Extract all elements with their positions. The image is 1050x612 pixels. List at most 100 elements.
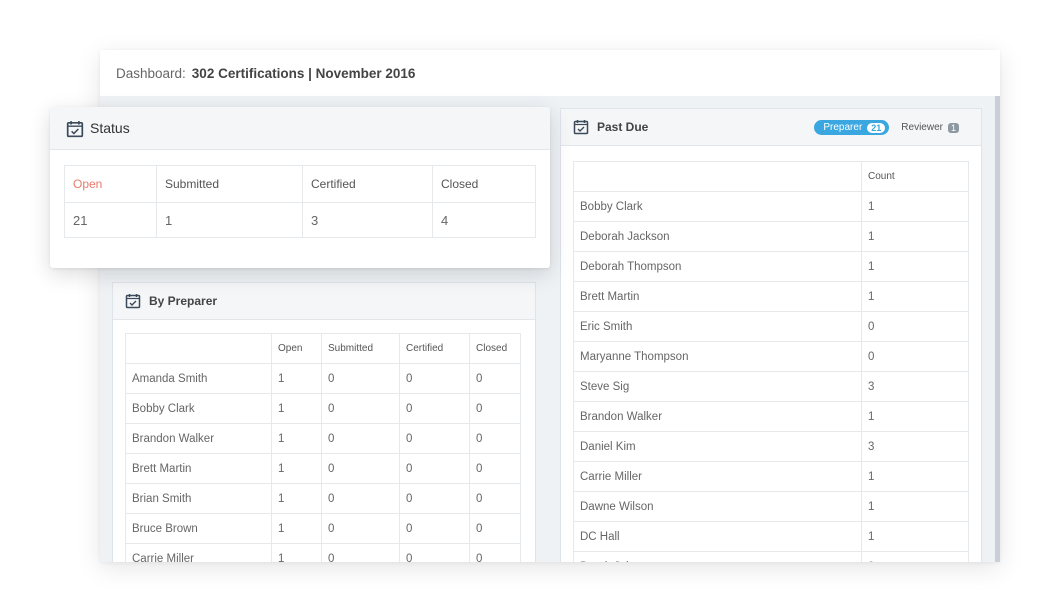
status-value-closed[interactable]: 4 xyxy=(432,202,536,238)
row-certified: 0 xyxy=(399,453,470,484)
row-count: 1 xyxy=(861,461,969,492)
table-row[interactable]: Deborah Thompson 1 xyxy=(573,251,969,282)
status-header: Status xyxy=(50,107,550,150)
status-value-submitted[interactable]: 1 xyxy=(156,202,303,238)
tab-preparer[interactable]: Preparer 21 xyxy=(814,120,890,135)
dashboard-label: Dashboard: xyxy=(116,65,186,81)
table-row[interactable]: Carrie Miller 1 xyxy=(573,461,969,492)
table-row[interactable]: Dawne Wilson 1 xyxy=(573,491,969,522)
by-preparer-table: Open Submitted Certified Closed Amanda S… xyxy=(125,333,521,562)
row-name: Steve Sig xyxy=(573,371,862,402)
row-count: 0 xyxy=(861,311,969,342)
table-row[interactable]: Steve Sig 3 xyxy=(573,371,969,402)
row-count: 1 xyxy=(861,401,969,432)
row-submitted: 0 xyxy=(321,543,400,562)
table-row[interactable]: Bruce Brown 1 0 0 0 xyxy=(125,513,521,544)
table-row[interactable]: Deborah Jackson 1 xyxy=(573,221,969,252)
table-row[interactable]: Bobby Clark 1 xyxy=(573,191,969,222)
row-count: 1 xyxy=(861,521,969,552)
table-row[interactable]: Derek Johnson0 xyxy=(573,551,969,562)
row-closed: 0 xyxy=(469,513,521,544)
row-name: Brett Martin xyxy=(125,453,272,484)
row-name: Dawne Wilson xyxy=(573,491,862,522)
past-due-rows: Bobby Clark 1 Deborah Jackson 1 Deborah Thom… xyxy=(573,191,969,562)
status-values-row: 21 1 3 4 xyxy=(64,202,536,238)
table-row[interactable]: Maryanne Thompson 0 xyxy=(573,341,969,372)
status-col-closed[interactable]: Closed xyxy=(432,165,536,203)
row-count: 1 xyxy=(861,491,969,522)
status-table: Open Submitted Certified Closed 21 1 3 4 xyxy=(64,165,536,238)
status-header-row: Open Submitted Certified Closed xyxy=(64,165,536,203)
by-preparer-rows: Amanda Smith 1 0 0 0 Bobby Clark 1 0 0 0 Brandon W… xyxy=(125,363,521,562)
row-closed: 0 xyxy=(469,453,521,484)
row-submitted: 0 xyxy=(321,483,400,514)
table-row[interactable]: Brian Smith 1 0 0 0 xyxy=(125,483,521,514)
row-count: 1 xyxy=(861,191,969,222)
row-submitted: 0 xyxy=(321,393,400,424)
row-name: Bobby Clark xyxy=(573,191,862,222)
past-due-panel: Past Due Preparer 21 Reviewer 1 Count Bo… xyxy=(560,108,982,562)
column-header-name xyxy=(573,161,862,192)
row-submitted: 0 xyxy=(321,453,400,484)
status-value-certified[interactable]: 3 xyxy=(302,202,433,238)
row-certified: 0 xyxy=(399,483,470,514)
table-row[interactable]: Brett Martin 1 xyxy=(573,281,969,312)
row-certified: 0 xyxy=(399,543,470,562)
calendar-check-icon xyxy=(573,119,589,135)
table-row[interactable]: Brett Martin 1 0 0 0 xyxy=(125,453,521,484)
row-count: 1 xyxy=(861,221,969,252)
table-row[interactable]: Amanda Smith 1 0 0 0 xyxy=(125,363,521,394)
table-row[interactable]: Bobby Clark 1 0 0 0 xyxy=(125,393,521,424)
past-due-table: Count Bobby Clark 1 Deborah Jackson 1 Debora… xyxy=(573,161,969,562)
table-header-row: Open Submitted Certified Closed xyxy=(125,333,521,364)
tab-preparer-count: 21 xyxy=(867,122,886,133)
row-closed: 0 xyxy=(469,393,521,424)
tab-reviewer-label: Reviewer xyxy=(901,122,943,133)
table-row[interactable]: DC Hall 1 xyxy=(573,521,969,552)
row-count: 3 xyxy=(861,371,969,402)
row-count: 1 xyxy=(861,251,969,282)
row-open: 1 xyxy=(271,513,322,544)
tab-reviewer-count: 1 xyxy=(947,122,959,133)
row-open: 1 xyxy=(271,453,322,484)
row-name: Brandon Walker xyxy=(125,423,272,454)
status-col-submitted[interactable]: Submitted xyxy=(156,165,303,203)
table-row[interactable]: Eric Smith 0 xyxy=(573,311,969,342)
scrollbar-thumb[interactable] xyxy=(995,96,1000,562)
status-col-open[interactable]: Open xyxy=(64,165,157,203)
row-name: Brian Smith xyxy=(125,483,272,514)
row-certified: 0 xyxy=(399,513,470,544)
row-name: Amanda Smith xyxy=(125,363,272,394)
row-submitted: 0 xyxy=(321,363,400,394)
row-count: 0 xyxy=(861,551,969,562)
table-row[interactable]: Brandon Walker 1 0 0 0 xyxy=(125,423,521,454)
scrollbar[interactable] xyxy=(995,96,1000,562)
column-header-count: Count xyxy=(861,161,969,192)
row-open: 1 xyxy=(271,363,322,394)
column-header-closed: Closed xyxy=(469,333,521,364)
table-row[interactable]: Brandon Walker 1 xyxy=(573,401,969,432)
row-name: Derek Johnson xyxy=(573,551,862,562)
column-header-name xyxy=(125,333,272,364)
status-value-open[interactable]: 21 xyxy=(64,202,157,238)
row-count: 3 xyxy=(861,431,969,462)
column-header-submitted: Submitted xyxy=(321,333,400,364)
table-row[interactable]: Carrie Miller 1 0 0 0 xyxy=(125,543,521,562)
row-count: 1 xyxy=(861,281,969,312)
row-certified: 0 xyxy=(399,393,470,424)
row-name: Brandon Walker xyxy=(573,401,862,432)
table-row[interactable]: Daniel Kim 3 xyxy=(573,431,969,462)
status-card: Status Open Submitted Certified Closed 2… xyxy=(50,107,550,268)
tab-reviewer[interactable]: Reviewer 1 xyxy=(901,122,959,133)
status-title: Status xyxy=(90,120,130,136)
dashboard-header: Dashboard: 302 Certifications | November… xyxy=(100,50,1000,97)
row-submitted: 0 xyxy=(321,423,400,454)
row-name: Maryanne Thompson xyxy=(573,341,862,372)
by-preparer-title: By Preparer xyxy=(149,294,218,308)
row-closed: 0 xyxy=(469,363,521,394)
past-due-tabs: Preparer 21 Reviewer 1 xyxy=(814,120,959,135)
row-open: 1 xyxy=(271,423,322,454)
row-open: 1 xyxy=(271,543,322,562)
row-open: 1 xyxy=(271,393,322,424)
status-col-certified[interactable]: Certified xyxy=(302,165,433,203)
